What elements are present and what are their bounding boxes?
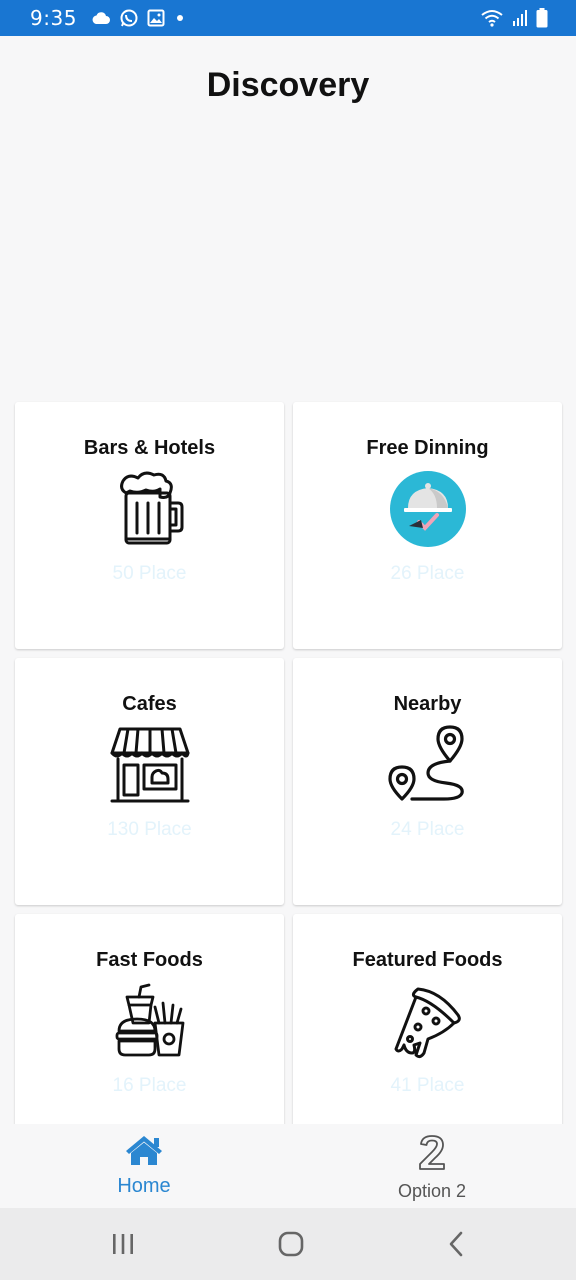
category-title: Fast Foods xyxy=(96,949,203,971)
category-count: 24 Place xyxy=(390,819,465,840)
cloud-icon xyxy=(91,11,111,25)
status-right xyxy=(480,8,548,28)
category-card-nearby[interactable]: Nearby 24 Place xyxy=(293,658,562,905)
category-title: Free Dinning xyxy=(366,437,489,459)
back-chevron-icon[interactable] xyxy=(446,1230,466,1258)
dining-cloche-icon xyxy=(388,469,468,549)
recent-apps-icon[interactable] xyxy=(110,1232,136,1256)
status-bar: 9:35 xyxy=(0,0,576,36)
tab-label: Home xyxy=(117,1175,171,1197)
status-time: 9:35 xyxy=(30,6,77,30)
category-count: 26 Place xyxy=(390,563,465,584)
beer-mug-icon xyxy=(110,469,190,549)
dot-icon xyxy=(173,11,187,25)
cafe-shop-icon xyxy=(110,725,190,805)
category-count: 16 Place xyxy=(112,1075,187,1096)
category-grid: Bars & Hotels 50 Place Free Dinning 26 P… xyxy=(15,402,562,1161)
tab-home[interactable]: Home xyxy=(0,1124,288,1208)
home-circle-icon[interactable] xyxy=(277,1230,305,1258)
home-icon xyxy=(124,1134,164,1171)
image-icon xyxy=(147,9,165,27)
pizza-slice-icon xyxy=(388,981,468,1061)
category-title: Cafes xyxy=(122,693,177,715)
route-pin-icon xyxy=(387,725,468,805)
category-title: Bars & Hotels xyxy=(83,437,216,459)
category-count: 41 Place xyxy=(390,1075,465,1096)
whatsapp-icon xyxy=(119,8,139,28)
category-card-bars-hotels[interactable]: Bars & Hotels 50 Place xyxy=(15,402,284,649)
category-count: 50 Place xyxy=(112,563,187,584)
tab-label: Option 2 xyxy=(397,1181,467,1201)
bottom-tab-bar: Home Option 2 xyxy=(0,1124,576,1208)
signal-icon xyxy=(512,9,528,27)
page-title: Discovery xyxy=(206,66,370,104)
fast-food-icon xyxy=(110,981,190,1061)
tab-option-2[interactable]: Option 2 xyxy=(288,1124,576,1208)
status-left: 9:35 xyxy=(30,6,187,30)
category-title: Featured Foods xyxy=(352,949,503,971)
battery-icon xyxy=(536,8,548,28)
wifi-icon xyxy=(480,9,504,27)
category-card-cafes[interactable]: Cafes 130 Place xyxy=(15,658,284,905)
category-card-free-dinning[interactable]: Free Dinning 26 Place xyxy=(293,402,562,649)
system-nav-bar xyxy=(0,1208,576,1280)
number-two-icon xyxy=(417,1134,447,1175)
category-title: Nearby xyxy=(393,693,462,715)
category-count: 130 Place xyxy=(107,819,192,840)
